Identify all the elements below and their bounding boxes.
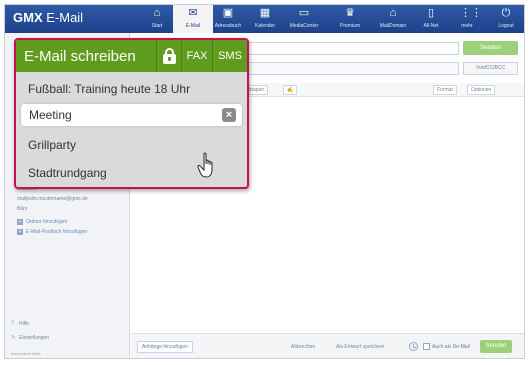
cancel-link[interactable]: Abbrechen xyxy=(291,344,315,350)
demail-checkbox[interactable] xyxy=(423,343,430,350)
nav-premium[interactable]: ♛ Premium xyxy=(330,5,370,33)
send-button-bottom[interactable]: Senden xyxy=(480,340,512,353)
hand-cursor-icon xyxy=(197,152,213,178)
nav-mediacenter[interactable]: ▭ MediaCenter xyxy=(284,5,324,33)
addressbook-icon: ▣ xyxy=(222,7,234,19)
signature-icon[interactable]: ✍ xyxy=(283,85,298,95)
draft-item-fussball[interactable]: Fußball: Training heute 18 Uhr xyxy=(28,82,190,96)
nav-adressbuch[interactable]: ▣ Adressbuch xyxy=(208,5,248,33)
fax-button[interactable]: FAX xyxy=(182,40,212,72)
dropdown-header: E-Mail schreiben FAX SMS xyxy=(16,40,247,72)
subject-field[interactable] xyxy=(241,62,459,75)
add-folder-link[interactable]: + Ordner hinzufügen xyxy=(17,219,67,225)
add-mailbox-link[interactable]: + E-Mail-Postfach hinzufügen xyxy=(17,229,87,235)
mail-icon: ✉ xyxy=(188,7,198,19)
add-attachment-button[interactable]: Anhänge hinzufügen xyxy=(137,341,193,353)
from-cc-bcc-button[interactable]: Von/CC/BCC xyxy=(463,62,518,75)
options-button[interactable]: Optionen xyxy=(467,85,496,95)
nav-maildomain[interactable]: ⌂ MailDomain xyxy=(373,5,413,33)
nav-allnet[interactable]: ▯ All-Net xyxy=(411,5,451,33)
crown-icon: ♛ xyxy=(345,7,355,19)
sms-button[interactable]: SMS xyxy=(213,40,247,72)
nav-mehr[interactable]: ⋮⋮ mehr xyxy=(447,5,487,33)
help-link[interactable]: ? Hilfe xyxy=(11,321,29,327)
folder-icon: ▭ xyxy=(298,7,310,19)
wrench-icon: ✎ xyxy=(11,335,17,341)
app-window: GMX E-Mail ⌂ Start ✉ E-Mail ▣ Adressbuch… xyxy=(4,4,525,359)
house-at-icon: ⌂ xyxy=(389,7,397,19)
nav-kalender[interactable]: ▦ Kalender xyxy=(245,5,285,33)
compose-email-button[interactable]: E-Mail schreiben xyxy=(24,48,136,65)
brand-logo[interactable]: GMX E-Mail xyxy=(13,10,83,25)
nav-start[interactable]: ⌂ Start xyxy=(137,5,177,33)
format-button[interactable]: Format xyxy=(433,85,457,95)
calendar-icon: ▦ xyxy=(259,7,271,19)
compose-footer: Anhänge hinzufügen Abbrechen Als Entwurf… xyxy=(131,333,524,358)
nav-logout[interactable]: ⏻ Logout xyxy=(486,5,524,33)
plus-icon: + xyxy=(17,229,23,235)
home-icon: ⌂ xyxy=(153,7,161,19)
plus-icon: + xyxy=(17,219,23,225)
draft-item-grillparty[interactable]: Grillparty xyxy=(28,138,76,152)
power-icon: ⏻ xyxy=(501,7,511,19)
close-icon[interactable]: × xyxy=(222,108,236,122)
compose-dropdown: E-Mail schreiben FAX SMS Fußball: Traini… xyxy=(14,38,249,189)
sidebar-buro[interactable]: Büro xyxy=(17,206,28,212)
top-navigation: GMX E-Mail ⌂ Start ✉ E-Mail ▣ Adressbuch… xyxy=(5,5,524,33)
send-button-top[interactable]: Senden xyxy=(463,41,518,55)
help-icon: ? xyxy=(11,321,15,327)
draft-item-stadtrundgang[interactable]: Stadtrundgang xyxy=(28,166,107,180)
phone-icon: ▯ xyxy=(427,7,435,19)
footer-links[interactable]: Impressum Infos xyxy=(11,351,41,356)
draft-item-meeting[interactable]: Meeting × xyxy=(21,104,242,126)
nav-email[interactable]: ✉ E-Mail xyxy=(173,5,213,33)
lock-icon[interactable] xyxy=(157,40,181,72)
clock-icon[interactable] xyxy=(409,342,418,351)
grid-icon: ⋮⋮ xyxy=(460,7,482,19)
save-draft-link[interactable]: Als Entwurf speichern xyxy=(336,344,384,350)
settings-link[interactable]: ✎ Einstellungen xyxy=(11,334,49,341)
recipient-field[interactable] xyxy=(241,42,459,55)
sidebar-account[interactable]: mailpolm.mustername@gmx.de xyxy=(17,196,88,202)
demail-label: Auch als De-Mail xyxy=(432,344,470,350)
